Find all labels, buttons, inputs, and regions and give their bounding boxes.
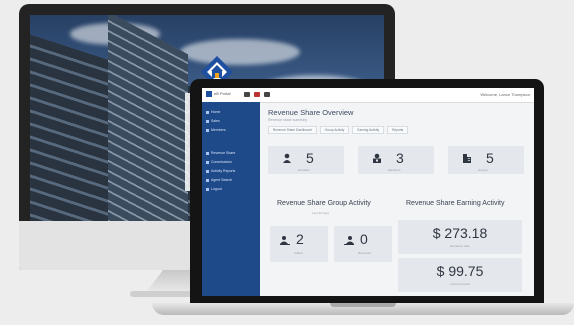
welcome-text: Welcome, Lance Thompson (480, 92, 530, 97)
tab-earning-activity[interactable]: Earning Activity (352, 126, 385, 134)
sidebar-item-revenue-share[interactable]: Revenue Share (206, 151, 235, 155)
notifications-icon[interactable] (264, 92, 270, 97)
stat-card: 5 Enrolled (268, 146, 344, 174)
earning-value: $ 273.18 (432, 225, 488, 241)
group-activity-subtitle: Last 30 days (312, 211, 330, 215)
members-icon (206, 128, 209, 132)
tab-reports[interactable]: Reports (387, 126, 409, 134)
person-remove-icon (344, 236, 354, 245)
cloud (180, 39, 300, 65)
stat-caption: Groups (478, 168, 488, 172)
sidebar-item-label: Home (211, 110, 221, 114)
stat-card: 5 Groups (448, 146, 524, 174)
sidebar-item-label: Revenue Share (211, 151, 236, 155)
search-icon (206, 178, 209, 182)
brand[interactable]: eB Portal (206, 91, 230, 97)
sidebar-item-logout[interactable]: Logout (206, 187, 222, 191)
sidebar-item-commissions[interactable]: Commissions (206, 160, 232, 164)
sidebar-item-label: Commissions (211, 160, 233, 164)
person-add-icon (280, 236, 290, 245)
top-bar: eB Portal Welcome, Lance Thompson (202, 88, 534, 103)
group-activity-card: 0 Removed (334, 226, 392, 262)
tab-dashboard[interactable]: Revenue Share Dashboard (268, 126, 317, 134)
sidebar-item-label: Logout (211, 187, 222, 191)
sidebar-item-label: Sales (211, 119, 220, 123)
sidebar-item-label: Members (211, 128, 226, 132)
sidebar-item-members[interactable]: Members (206, 128, 226, 132)
home-icon (206, 110, 209, 114)
sidebar-item-home[interactable]: Home (206, 110, 220, 114)
group-activity-value: 0 (360, 231, 368, 247)
group-activity-caption: Removed (358, 251, 371, 255)
stat-caption: Members (388, 168, 401, 172)
sidebar-item-label: Activity Reports (211, 169, 236, 173)
tab-bar: Revenue Share Dashboard Group Activity E… (268, 126, 409, 134)
brand-name: eB Portal (214, 91, 231, 97)
building-icon (463, 154, 471, 163)
earning-caption: Current month (450, 282, 470, 286)
earning-card: $ 273.18 Earned to date (398, 220, 522, 254)
sidebar-item-activity-reports[interactable]: Activity Reports (206, 169, 235, 173)
group-activity-title: Revenue Share Group Activity (277, 200, 371, 207)
sales-icon (206, 119, 209, 123)
user-badge-icon (373, 153, 381, 163)
stat-value: 5 (486, 150, 494, 166)
stat-value: 3 (396, 150, 404, 166)
sidebar-item-label: Agent Search (211, 178, 233, 182)
commissions-icon (206, 160, 209, 164)
revenue-icon (206, 151, 209, 155)
stat-card: 3 Members (358, 146, 434, 174)
brand-icon (206, 91, 212, 97)
group-activity-value: 2 (296, 231, 304, 247)
sidebar-item-agent-search[interactable]: Agent Search (206, 178, 232, 182)
sidebar: Home Sales Members Revenue Share Commiss… (202, 102, 260, 296)
building-photo (108, 15, 188, 221)
laptop-notch (330, 303, 396, 307)
logout-icon (206, 187, 209, 191)
stat-caption: Enrolled (298, 168, 310, 172)
tab-group-activity[interactable]: Group Activity (319, 126, 350, 134)
person-icon (283, 153, 291, 163)
earning-card: $ 99.75 Current month (398, 258, 522, 292)
menu-icon[interactable] (244, 92, 250, 97)
earning-caption: Earned to date (450, 244, 470, 248)
group-activity-card: 2 Added (270, 226, 328, 262)
stat-value: 5 (306, 150, 314, 166)
earning-activity-title: Revenue Share Earning Activity (406, 200, 505, 207)
page-subtitle: Revenue share summary (268, 118, 308, 122)
sidebar-item-sales[interactable]: Sales (206, 119, 220, 123)
laptop-screen: eB Portal Welcome, Lance Thompson Home S… (202, 88, 534, 296)
reports-icon (206, 169, 209, 173)
page-title: Revenue Share Overview (268, 108, 354, 117)
flag-icon[interactable] (254, 92, 260, 97)
main-content: Revenue Share Overview Revenue share sum… (260, 102, 534, 296)
earning-value: $ 99.75 (436, 263, 484, 279)
group-activity-caption: Added (294, 251, 303, 255)
